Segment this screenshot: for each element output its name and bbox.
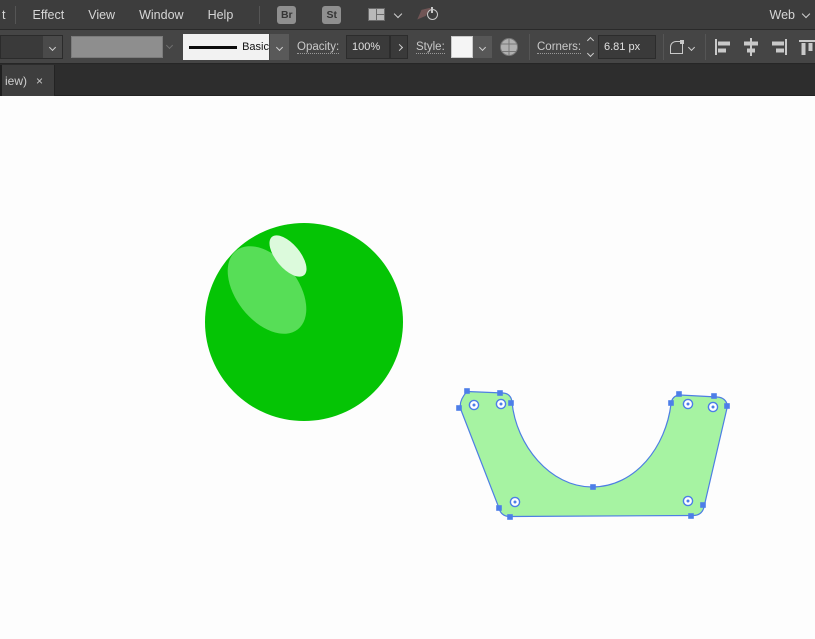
corner-widget-dot — [711, 405, 715, 409]
menu-item-effect[interactable]: Effect — [20, 0, 76, 30]
anchor-point[interactable] — [668, 400, 674, 406]
corner-widget-dot — [513, 500, 517, 504]
style-dropdown-button[interactable] — [473, 36, 492, 58]
brush-dropdown-button[interactable] — [269, 34, 289, 60]
brush-stroke-preview — [189, 45, 238, 49]
recolor-artwork-icon[interactable] — [499, 37, 519, 57]
tab-close-icon[interactable]: × — [36, 74, 43, 88]
corner-options-button[interactable] — [670, 38, 700, 56]
canvas-artwork[interactable] — [0, 96, 815, 639]
stepper-down-icon[interactable] — [586, 49, 594, 58]
corner-widget-dot — [499, 402, 503, 406]
chevron-down-icon[interactable] — [394, 9, 403, 18]
corners-stepper[interactable] — [584, 36, 596, 58]
anchor-point[interactable] — [497, 390, 503, 396]
anchor-point[interactable] — [688, 513, 694, 519]
workspace-label: Web — [769, 7, 795, 22]
workspace-switcher[interactable]: Web — [770, 8, 815, 22]
menu-divider — [259, 5, 261, 24]
bridge-icon[interactable]: Br — [277, 5, 297, 24]
menu-item-view[interactable]: View — [76, 0, 127, 30]
graphic-style-swatch[interactable] — [451, 36, 473, 58]
control-bar: Basic Opacity: 100% Style: Corners: 6.81… — [0, 30, 815, 64]
anchor-point[interactable] — [507, 514, 513, 520]
stroke-swatch[interactable] — [71, 36, 163, 58]
corners-label[interactable]: Corners: — [537, 41, 582, 54]
style-label[interactable]: Style: — [416, 41, 445, 54]
gpu-performance-icon[interactable] — [417, 6, 439, 24]
divider — [529, 34, 530, 60]
fill-color-dropdown[interactable] — [0, 35, 63, 59]
artboard-canvas[interactable] — [0, 96, 815, 639]
opacity-label[interactable]: Opacity: — [297, 41, 340, 54]
opacity-field[interactable]: 100% — [346, 35, 390, 59]
stock-icon[interactable]: St — [322, 5, 342, 24]
fill-swatch — [1, 36, 43, 58]
document-tab-label: iew) — [5, 73, 28, 88]
divider — [705, 34, 706, 60]
anchor-point[interactable] — [700, 502, 706, 508]
arrange-right-pane — [377, 9, 385, 20]
corner-shape-icon — [670, 39, 684, 54]
menu-bar: t Effect View Window Help Br St Web — [0, 0, 815, 30]
arrange-documents-icon[interactable] — [368, 8, 386, 21]
anchor-point[interactable] — [456, 405, 462, 411]
chevron-down-icon — [687, 43, 696, 51]
align-top-button[interactable] — [798, 38, 815, 56]
brush-definition-preview[interactable]: Basic — [183, 34, 269, 60]
brush-name: Basic — [242, 41, 269, 53]
arrange-left-pane — [369, 9, 377, 20]
anchor-point[interactable] — [496, 505, 502, 511]
chevron-down-icon — [801, 9, 811, 18]
corner-widget-dot — [686, 402, 690, 406]
anchor-point[interactable] — [464, 388, 470, 394]
divider — [663, 34, 664, 60]
document-tab[interactable]: iew) × — [0, 65, 55, 96]
power-icon — [427, 6, 439, 20]
anchor-point[interactable] — [508, 400, 514, 406]
menu-item-window[interactable]: Window — [127, 0, 195, 30]
stepper-up-icon[interactable] — [586, 36, 594, 45]
align-center-horizontal-button[interactable] — [741, 38, 761, 56]
chevron-down-icon — [165, 41, 174, 50]
align-left-button[interactable] — [713, 38, 733, 56]
menu-item-clipped[interactable]: t — [0, 0, 11, 30]
corner-radius-field[interactable]: 6.81 px — [598, 35, 656, 59]
anchor-point[interactable] — [724, 403, 730, 409]
anchor-point[interactable] — [711, 393, 717, 399]
document-tab-bar: iew) × — [0, 65, 815, 96]
menu-item-help[interactable]: Help — [196, 0, 246, 30]
corner-widget-dot — [472, 403, 476, 407]
menu-divider — [15, 5, 17, 24]
corner-widget-dot — [686, 499, 690, 503]
anchor-point[interactable] — [590, 484, 596, 490]
more-options-button[interactable] — [390, 35, 408, 59]
align-right-button[interactable] — [769, 38, 789, 56]
anchor-point[interactable] — [676, 391, 682, 397]
fill-dropdown-button[interactable] — [43, 36, 62, 58]
